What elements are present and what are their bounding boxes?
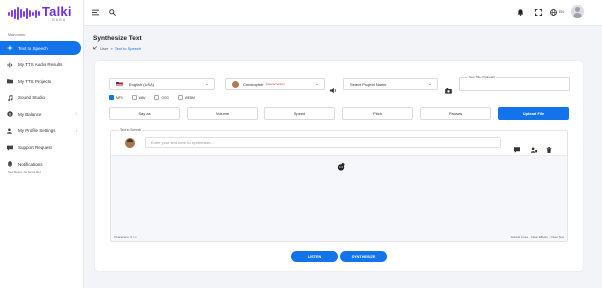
format-wav[interactable]: WAV — [131, 95, 146, 100]
topbar: EN — [84, 0, 602, 26]
sidebar-item-label: My TTS Projects — [18, 78, 52, 84]
chevron-down-icon: ⌄ — [314, 81, 319, 87]
language-globe-icon[interactable] — [549, 8, 558, 17]
sidebar-item-label: Sound Studio — [18, 95, 46, 101]
text-to-speech-box: Text to Speech Enter your text here to s… — [110, 128, 568, 242]
sidebar-item-tts-projects[interactable]: My TTS Projects — [0, 74, 84, 88]
sidebar-item-text-to-speech[interactable]: Text to Speech — [0, 41, 81, 55]
sidebar-item-label: Support Request — [18, 145, 52, 151]
format-label: MP3 — [116, 95, 123, 100]
breadcrumb-current[interactable]: Text to Speech — [115, 46, 141, 51]
waveform-logo-icon — [8, 7, 40, 20]
listen-button[interactable]: LISTEN — [291, 251, 338, 262]
format-checkbox[interactable] — [109, 95, 114, 100]
see-more-note: See Below, All Items Ref. — [8, 170, 42, 174]
speed-button[interactable]: Speed — [264, 107, 335, 120]
synthesize-button[interactable]: SYNTHESIZE — [340, 251, 387, 262]
app-logo[interactable]: Talki GURU — [8, 3, 82, 23]
format-checkbox[interactable] — [177, 95, 183, 100]
project-placeholder: Select Project Name — [350, 81, 387, 87]
language-select[interactable]: English (USA) ⌄ — [109, 78, 215, 90]
page-title: Synthesize Text — [93, 35, 142, 42]
format-mp3[interactable]: MP3 — [109, 95, 123, 100]
comment-icon[interactable] — [514, 140, 520, 153]
sidebar: Talki GURU Main menu Text to Speech My T… — [0, 0, 84, 288]
avatar-head — [575, 7, 580, 12]
volume-button[interactable]: Volume — [187, 107, 258, 120]
sidebar-item-my-balance[interactable]: $ My Balance › — [0, 107, 84, 121]
language-value: English (USA) — [129, 81, 155, 87]
format-checkbox[interactable] — [131, 95, 137, 100]
us-flag-icon — [116, 81, 123, 87]
loading-emoji-icon — [337, 158, 345, 171]
sidebar-item-label: My Balance — [18, 111, 42, 117]
music-icon — [6, 94, 13, 101]
voice-badge: (Neural Voice) — [265, 82, 285, 86]
sidebar-item-label: Text to Speech — [18, 45, 48, 51]
sidebar-item-label: Notifications — [18, 161, 43, 167]
voice-avatar — [232, 80, 239, 88]
bell-icon — [6, 161, 13, 168]
folder-icon — [6, 78, 13, 85]
sidebar-item-profile-settings[interactable]: My Profile Settings › — [0, 124, 84, 138]
speaker-avatar[interactable] — [125, 138, 135, 148]
audio-format-group: MP3 WAV OGG WEBM — [109, 95, 204, 100]
text-row: Enter your text here to synthesize... — [111, 131, 567, 156]
character-count: Characters: 0 / ∞ — [114, 235, 137, 239]
clear-options[interactable]: Default Lines · Clear Effects · Clear Te… — [511, 235, 564, 239]
language-code[interactable]: EN — [559, 10, 564, 14]
svg-text:$: $ — [9, 113, 11, 117]
format-label: OGG — [161, 95, 169, 100]
format-label: WAV — [138, 95, 146, 100]
say-as-button[interactable]: Say as — [109, 107, 180, 120]
wallet-icon: $ — [6, 111, 13, 118]
sidebar-item-label: My Profile Settings — [18, 128, 56, 134]
pitch-button[interactable]: Pitch — [342, 107, 413, 120]
project-select[interactable]: Select Project Name ⌄ — [343, 78, 438, 90]
avatar-body — [573, 13, 582, 18]
voice-select[interactable]: Christopher (Neural Voice) ⌄ — [225, 78, 325, 90]
sidebar-item-sound-studio[interactable]: Sound Studio — [0, 91, 84, 105]
app-subtitle: GURU — [52, 18, 67, 22]
waveform-icon — [6, 61, 13, 68]
text-title-field[interactable]: Text Title (Optional) — [459, 75, 570, 91]
menu-section-title: Main menu — [8, 33, 26, 37]
support-icon — [6, 144, 13, 151]
change-voice-icon[interactable] — [531, 140, 537, 153]
fullscreen-icon[interactable] — [534, 8, 543, 17]
delete-icon[interactable] — [546, 140, 552, 153]
upload-file-button[interactable]: Upload File — [498, 107, 569, 120]
search-icon[interactable] — [108, 8, 117, 17]
chevron-down-icon: › — [75, 127, 77, 133]
preview-speaker-icon[interactable] — [330, 81, 337, 94]
sidebar-menu: Text to Speech My TTS Audio Results My T… — [0, 41, 84, 174]
format-checkbox[interactable] — [154, 95, 160, 100]
sidebar-item-label: My TTS Audio Results — [18, 62, 63, 68]
chevron-down-icon: › — [75, 111, 77, 117]
notification-bell-icon[interactable] — [516, 8, 525, 17]
add-project-icon[interactable] — [445, 81, 452, 94]
app-name: Talki — [42, 4, 72, 19]
sparkle-icon — [6, 45, 13, 52]
sidebar-item-support-request[interactable]: Support Request — [0, 141, 84, 155]
breadcrumb-root[interactable]: User — [100, 46, 108, 51]
sidebar-item-tts-results[interactable]: My TTS Audio Results — [0, 58, 84, 72]
chevron-down-icon: ⌄ — [204, 81, 209, 87]
user-gear-icon — [6, 127, 13, 134]
breadcrumb-home-icon — [93, 45, 98, 51]
format-label: WEBM — [184, 95, 195, 100]
text-input[interactable]: Enter your text here to synthesize... — [145, 137, 501, 148]
user-avatar[interactable] — [571, 5, 584, 18]
breadcrumb: User » Text to Speech — [93, 45, 141, 51]
hamburger-menu-icon[interactable] — [91, 8, 100, 17]
format-webm[interactable]: WEBM — [177, 95, 195, 100]
format-ogg[interactable]: OGG — [154, 95, 169, 100]
breadcrumb-separator: » — [110, 45, 113, 51]
text-title-legend: Text Title (Optional) — [468, 75, 496, 79]
pauses-button[interactable]: Pauses — [420, 107, 491, 120]
chevron-down-icon: ⌄ — [427, 81, 432, 87]
voice-name: Christopher — [243, 81, 264, 87]
